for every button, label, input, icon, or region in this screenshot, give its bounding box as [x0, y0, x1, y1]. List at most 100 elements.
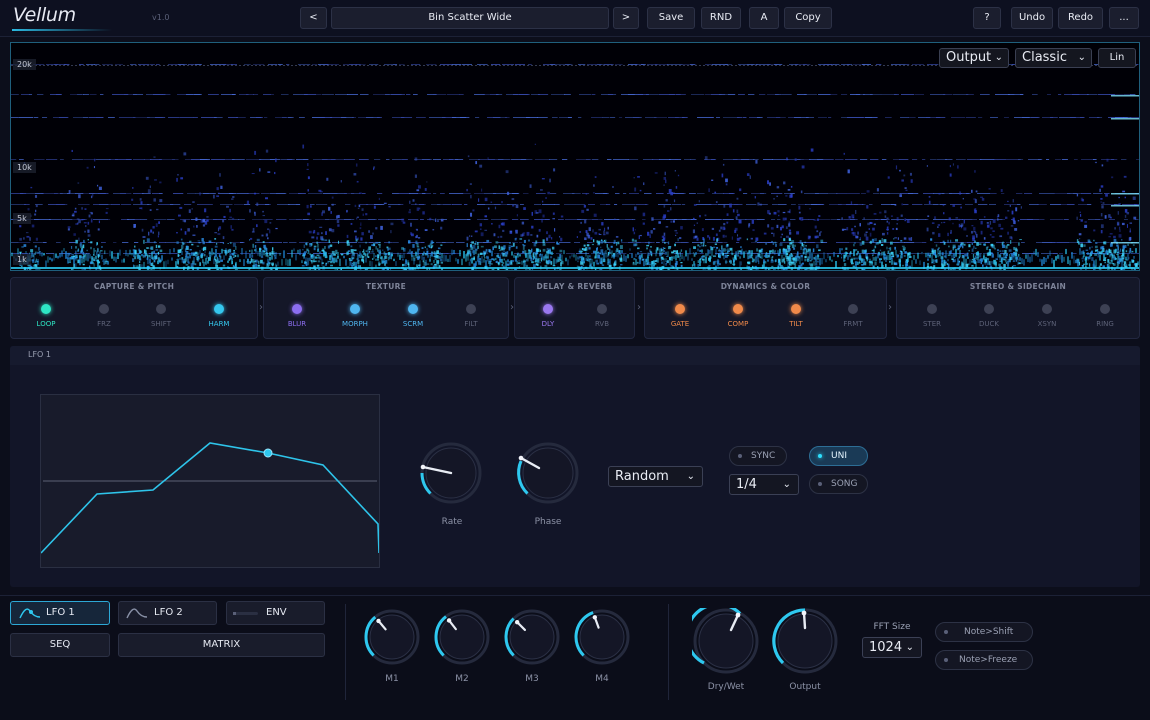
rate-knob[interactable]	[416, 441, 486, 507]
module-status-led	[214, 304, 224, 314]
lfo1-source-button[interactable]: LFO 1	[10, 601, 110, 625]
seq-source-button[interactable]: SEQ	[10, 633, 110, 657]
rate-knob-label: Rate	[441, 517, 463, 527]
module-toggle-duck[interactable]: DUCK	[964, 304, 1014, 328]
module-toggle-harm[interactable]: HARM	[194, 304, 244, 328]
module-toggle-morph[interactable]: MORPH	[330, 304, 380, 328]
randomize-button[interactable]: RND	[701, 7, 741, 29]
lin-scale-button[interactable]: Lin	[1098, 48, 1136, 68]
module-label: SCRM	[402, 320, 424, 328]
version-label: v1.0	[152, 13, 170, 22]
module-toggle-frmt[interactable]: FRMT	[828, 304, 878, 328]
module-label: LOOP	[36, 320, 56, 328]
module-label: FRZ	[97, 320, 111, 328]
macro-knob-m3[interactable]	[502, 608, 562, 668]
macro-knob-m1[interactable]	[362, 608, 422, 668]
spectrum-source-select[interactable]: Output ⌄	[939, 48, 1009, 68]
matrix-button[interactable]: MATRIX	[118, 633, 325, 657]
module-label: TILT	[789, 320, 803, 328]
lfo2-source-label: LFO 2	[154, 607, 183, 618]
ab-compare-button[interactable]: A	[749, 7, 779, 29]
lfo-shape-select[interactable]: Random ⌄	[608, 466, 703, 487]
waveform-playhead-dot[interactable]	[263, 448, 273, 458]
chevron-down-icon: ⌄	[994, 52, 1003, 63]
lfo-waveform-graph	[40, 442, 380, 554]
macro-label-m4: M4	[595, 674, 609, 684]
module-toggle-scrm[interactable]: SCRM	[388, 304, 438, 328]
module-group-3: DELAY & REVERB DLY RVB	[514, 277, 635, 339]
spectrum-style-select[interactable]: Classic ⌄	[1015, 48, 1092, 68]
module-status-led	[350, 304, 360, 314]
module-label: DUCK	[979, 320, 999, 328]
module-toggle-filt[interactable]: FILT	[446, 304, 496, 328]
module-toggle-ring[interactable]: RING	[1080, 304, 1130, 328]
freq-label-20k: 20k	[13, 59, 36, 70]
preset-name-display[interactable]: Bin Scatter Wide	[331, 7, 609, 29]
module-status-led	[543, 304, 553, 314]
macro-label-m1: M1	[385, 674, 399, 684]
macro-knob-m2[interactable]	[432, 608, 492, 668]
module-label: STER	[922, 320, 941, 328]
env-source-button[interactable]: ENV	[226, 601, 325, 625]
note-shift-toggle[interactable]: Note>Shift	[935, 622, 1033, 642]
uni-toggle[interactable]: UNI	[809, 446, 868, 466]
more-menu-button[interactable]: ...	[1109, 7, 1139, 29]
module-toggle-loop[interactable]: LOOP	[21, 304, 71, 328]
module-toggle-frz[interactable]: FRZ	[79, 304, 129, 328]
module-status-led	[791, 304, 801, 314]
module-status-led	[733, 304, 743, 314]
module-toggle-shift[interactable]: SHIFT	[136, 304, 186, 328]
macro-knob-m4[interactable]	[572, 608, 632, 668]
sync-toggle[interactable]: SYNC	[729, 446, 787, 466]
dry-wet-knob[interactable]	[692, 608, 760, 674]
module-toggle-rvb[interactable]: RVB	[577, 304, 627, 328]
module-label: SHIFT	[151, 320, 171, 328]
module-status-led	[292, 304, 302, 314]
fft-size-select[interactable]: 1024 ⌄	[862, 637, 922, 658]
spectrogram-canvas	[11, 64, 1139, 270]
env-source-label: ENV	[266, 607, 287, 618]
module-toggle-xsyn[interactable]: XSYN	[1022, 304, 1072, 328]
lfo-waveform-line	[40, 442, 380, 554]
top-bar: Vellum v1.0 < Bin Scatter Wide > Save RN…	[0, 0, 1150, 37]
toggle-indicator	[944, 630, 948, 634]
phase-knob[interactable]	[513, 441, 583, 507]
module-label: MORPH	[342, 320, 368, 328]
freq-label-1k: 1k	[13, 254, 31, 265]
lfo-waveform-editor[interactable]	[40, 394, 380, 568]
chain-arrow-icon: ›	[637, 302, 641, 313]
toggle-indicator	[944, 658, 948, 662]
module-toggle-tilt[interactable]: TILT	[771, 304, 821, 328]
module-group-5: STEREO & SIDECHAIN STER DUCK XSYN RING	[896, 277, 1140, 339]
module-toggle-ster[interactable]: STER	[907, 304, 957, 328]
module-status-led	[99, 304, 109, 314]
module-label: GATE	[670, 320, 690, 328]
lfo-shape-value: Random	[615, 469, 669, 484]
lfo-division-select[interactable]: 1/4 ⌄	[729, 474, 799, 495]
undo-button[interactable]: Undo	[1011, 7, 1053, 29]
song-toggle-label: SONG	[831, 479, 858, 489]
module-toggle-gate[interactable]: GATE	[655, 304, 705, 328]
lfo2-source-button[interactable]: LFO 2	[118, 601, 217, 625]
spectrogram-display[interactable]: 20k 10k 5k 1k Output ⌄ Classic ⌄ Lin	[10, 42, 1140, 271]
redo-button[interactable]: Redo	[1058, 7, 1103, 29]
prev-preset-button[interactable]: <	[300, 7, 327, 29]
chain-arrow-icon: ›	[888, 302, 892, 313]
module-toggle-blur[interactable]: BLUR	[272, 304, 322, 328]
module-toggle-comp[interactable]: COMP	[713, 304, 763, 328]
freq-label-10k: 10k	[13, 162, 36, 173]
output-knob[interactable]	[771, 608, 839, 674]
module-group-title: CAPTURE & PITCH	[93, 282, 175, 291]
note-freeze-toggle[interactable]: Note>Freeze	[935, 650, 1033, 670]
song-toggle[interactable]: SONG	[809, 474, 868, 494]
module-toggle-dly[interactable]: DLY	[523, 304, 573, 328]
help-button[interactable]: ?	[973, 7, 1001, 29]
copy-button[interactable]: Copy	[784, 7, 832, 29]
toggle-indicator	[818, 482, 822, 486]
chevron-down-icon: ⌄	[782, 479, 791, 490]
module-status-led	[597, 304, 607, 314]
module-label: FRMT	[843, 320, 863, 328]
next-preset-button[interactable]: >	[613, 7, 639, 29]
save-button[interactable]: Save	[647, 7, 695, 29]
module-group-4: DYNAMICS & COLOR GATE COMP TILT FRMT	[644, 277, 887, 339]
